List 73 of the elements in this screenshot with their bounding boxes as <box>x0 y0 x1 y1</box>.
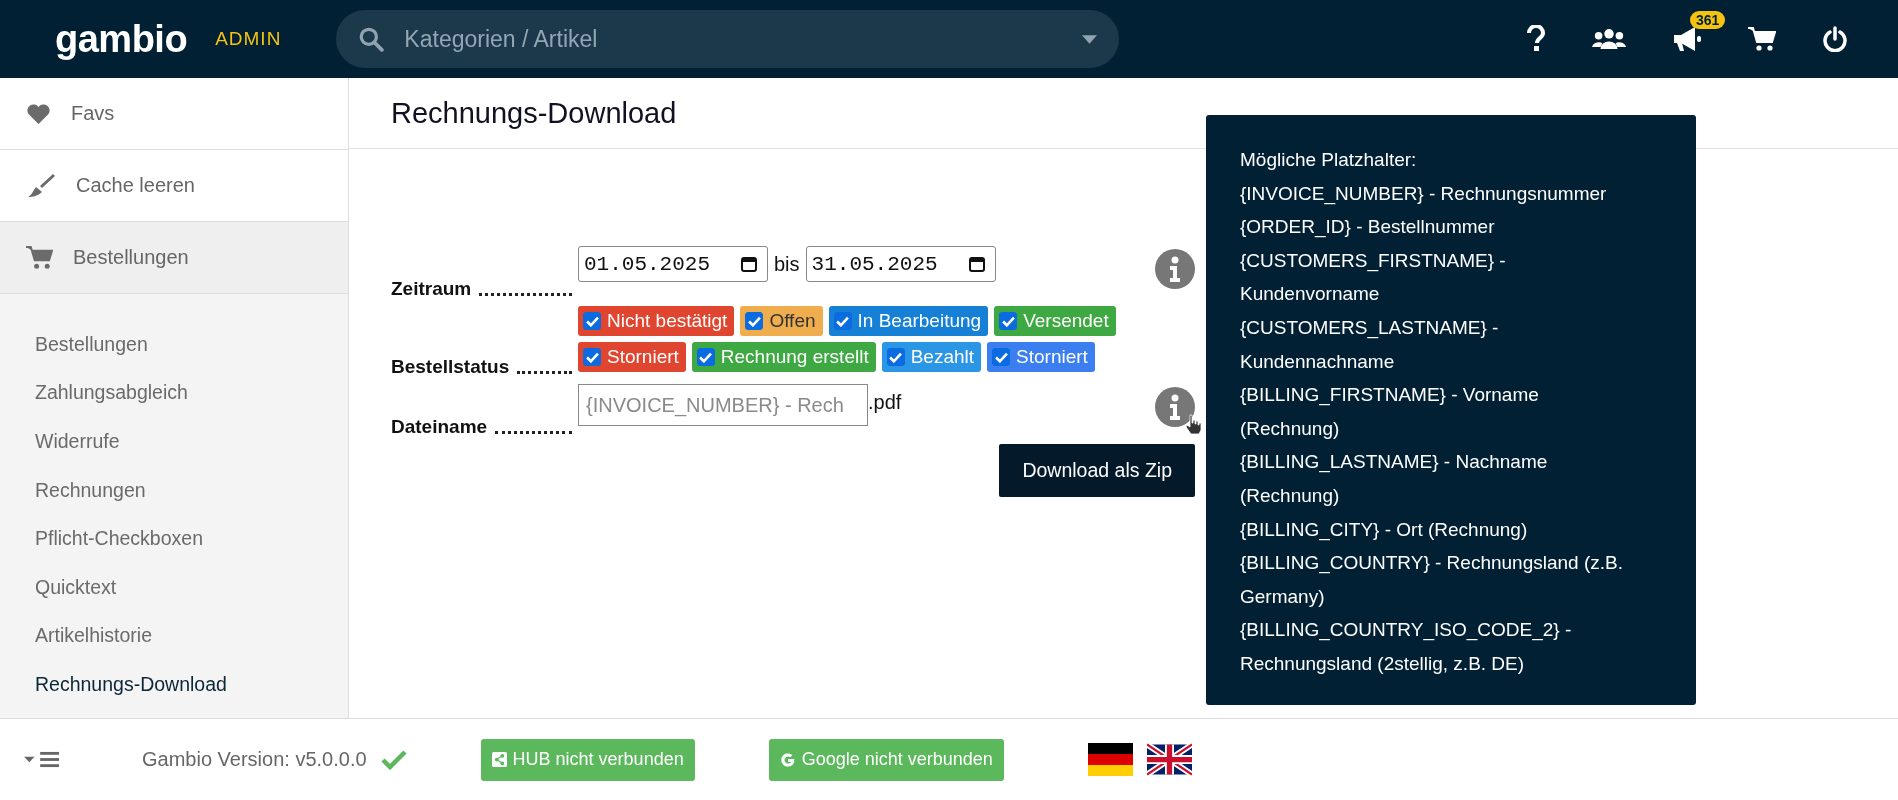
cart-icon <box>26 245 53 270</box>
status-badge[interactable]: Nicht bestätigt <box>578 306 735 336</box>
submenu-item[interactable]: Bestellungen <box>0 320 348 369</box>
status-badge[interactable]: Bezahlt <box>881 342 982 372</box>
file-extension: .pdf <box>868 390 902 415</box>
brush-icon <box>26 172 56 199</box>
menu-icon[interactable] <box>24 751 62 768</box>
status-badge[interactable]: Storniert <box>578 342 686 372</box>
info-icon[interactable] <box>1155 249 1195 289</box>
share-icon <box>491 752 507 767</box>
german-flag-icon[interactable] <box>1087 743 1133 776</box>
status-badge[interactable]: Versendet <box>994 306 1116 336</box>
tooltip-text: {CUSTOMERS_LASTNAME} - Kundennachname <box>1240 315 1500 374</box>
download-button[interactable]: Download als Zip <box>999 444 1195 497</box>
info-icon[interactable] <box>1155 387 1195 427</box>
status-badge[interactable]: In Bearbeitung <box>828 306 989 336</box>
submenu-item[interactable]: Zahlungsabgleich <box>0 368 348 418</box>
checkbox[interactable] <box>833 312 852 330</box>
status-badge[interactable]: Rechnung erstellt <box>691 342 876 372</box>
connection-button[interactable]: Google nicht verbunden <box>768 738 1004 781</box>
checkbox[interactable] <box>886 348 905 366</box>
status-badge[interactable]: Storniert <box>987 342 1095 372</box>
tooltip-text: {ORDER_ID} - Bestellnummer <box>1240 215 1496 240</box>
google-icon <box>779 751 796 768</box>
notification-count: 361 <box>1690 11 1726 29</box>
power-icon[interactable] <box>1822 26 1848 52</box>
filename-field[interactable]: {INVOICE_NUMBER} - Rech <box>578 384 868 426</box>
checkbox[interactable] <box>583 348 601 366</box>
logo[interactable]: gambio <box>55 17 188 61</box>
field-label: Bestellstatus <box>391 356 510 378</box>
cart-icon[interactable] <box>1748 26 1776 52</box>
submenu-item[interactable]: Rechnungs-Download <box>0 660 348 709</box>
submenu-item[interactable]: Rechnungen <box>0 465 348 515</box>
tooltip-text: {BILLING_FIRSTNAME} - Vorname (Rechnung) <box>1240 383 1540 441</box>
page-title: Rechnungs-Download <box>391 96 677 130</box>
calendar-icon <box>968 256 985 272</box>
uk-flag-icon[interactable] <box>1146 743 1192 776</box>
megaphone-icon[interactable] <box>1672 25 1702 53</box>
checkbox[interactable] <box>999 312 1018 330</box>
users-icon[interactable] <box>1592 27 1626 51</box>
field-label: Zeitraum <box>391 278 472 300</box>
tooltip-text: {BILLING_LASTNAME} - Nachname (Rechnung) <box>1240 450 1549 508</box>
search-field[interactable]: Kategorien / Artikel <box>336 10 1120 68</box>
tooltip-text: {BILLING_CITY} - Ort (Rechnung) <box>1240 517 1529 543</box>
caret-icon <box>1082 35 1098 44</box>
tooltip-text: {CUSTOMERS_FIRSTNAME} - Kundenvorname <box>1240 248 1507 307</box>
submenu-item[interactable]: Widerrufe <box>0 417 348 466</box>
status-badge[interactable]: Offen <box>740 306 823 336</box>
version-text: Gambio Version: v5.0.0.0 <box>142 748 367 771</box>
field-label: Dateiname <box>391 416 488 438</box>
date-field[interactable]: 31.05.2025 <box>805 246 996 282</box>
submenu-item[interactable]: Pflicht-Checkboxen <box>0 514 348 563</box>
calendar-icon <box>741 256 757 272</box>
tooltip-text: {BILLING_COUNTRY} - Rechnungsland (z.B. Germany) <box>1240 551 1624 609</box>
help-icon[interactable] <box>1526 25 1546 53</box>
tooltip-text: {BILLING_COUNTRY_ISO_CODE_2} - Rechnungsland (2stellig, z.B. DE) <box>1240 618 1573 676</box>
tooltip-text: Mögliche Platzhalter: <box>1240 148 1418 172</box>
submenu-item[interactable]: Quicktext <box>0 562 348 612</box>
heart-icon <box>26 102 51 125</box>
range-separator: bis <box>774 252 800 277</box>
submenu-item[interactable]: Artikelhistorie <box>0 611 348 661</box>
checkbox[interactable] <box>696 348 715 366</box>
tooltip-text: {INVOICE_NUMBER} - Rechnungsnummer <box>1240 181 1608 207</box>
dotted-leader <box>517 371 572 374</box>
sidebar-item[interactable]: Bestellungen <box>0 222 348 294</box>
checkbox[interactable] <box>583 312 601 330</box>
checkbox[interactable] <box>992 348 1011 366</box>
pointer-hand-icon <box>1185 414 1201 434</box>
admin-label: ADMIN <box>215 28 282 50</box>
date-field[interactable]: 01.05.2025 <box>578 246 768 282</box>
checkbox[interactable] <box>745 312 764 330</box>
check-icon <box>380 749 407 770</box>
connection-button[interactable]: HUB nicht verbunden <box>480 738 695 781</box>
